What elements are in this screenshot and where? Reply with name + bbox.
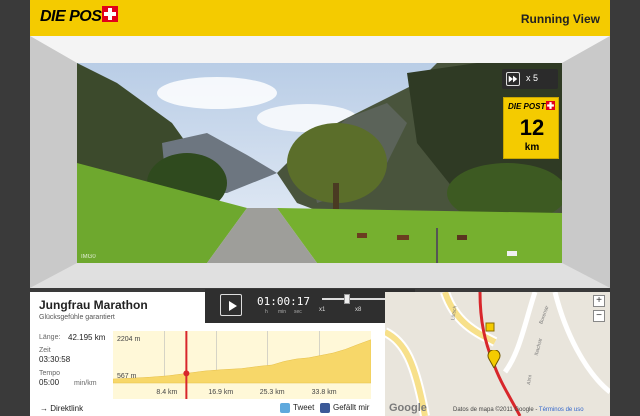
run-subtitle: Glücksgefühle garantiert bbox=[39, 314, 115, 321]
x-tick-label: 33.8 km bbox=[312, 389, 337, 396]
zoom-in-button[interactable]: + bbox=[593, 295, 605, 307]
playback-speed-badge: x 5 bbox=[502, 69, 558, 89]
swiss-cross-icon bbox=[546, 101, 555, 110]
facebook-like-button[interactable]: Gefällt mir bbox=[320, 403, 369, 413]
play-icon bbox=[229, 301, 237, 311]
distance-unit: km bbox=[524, 142, 540, 153]
terms-link[interactable]: Términos de uso bbox=[539, 407, 584, 413]
player-controls: 01:00:17 h min sec x1 x8 x25 bbox=[205, 289, 415, 323]
direktlink-link[interactable]: → Direktlink bbox=[40, 404, 83, 413]
map-credit: Datos de mapa ©2011 Google - Términos de… bbox=[453, 407, 584, 413]
twitter-icon bbox=[280, 403, 290, 413]
zoom-out-button[interactable]: − bbox=[593, 310, 605, 322]
length-label: Länge: bbox=[39, 334, 61, 341]
time-value: 03:30:58 bbox=[39, 355, 71, 364]
tempo-unit: min/km bbox=[74, 380, 97, 387]
run-title: Jungfrau Marathon bbox=[39, 298, 148, 312]
tweet-button[interactable]: Tweet bbox=[280, 403, 314, 413]
fast-forward-icon bbox=[506, 72, 520, 86]
y-bottom-label: 567 m bbox=[117, 373, 137, 380]
distance-value: 12 bbox=[519, 115, 545, 140]
time-unit-seconds: sec bbox=[294, 309, 302, 315]
current-position-marker[interactable] bbox=[183, 370, 190, 377]
speed-tick-x8[interactable]: x8 bbox=[355, 307, 361, 313]
landscape-scene bbox=[77, 63, 562, 263]
facebook-icon bbox=[320, 403, 330, 413]
elapsed-time: 01:00:17 bbox=[257, 295, 310, 308]
tempo-label: Tempo bbox=[39, 370, 61, 377]
map-credit-text: Datos de mapa ©2011 Google - bbox=[453, 407, 539, 413]
speed-slider-handle[interactable] bbox=[344, 294, 351, 304]
video-watermark: IMG0 bbox=[81, 254, 96, 260]
die-post-logo: DIE POST bbox=[40, 8, 111, 25]
die-post-badge-logo: DIE POST bbox=[508, 102, 546, 111]
time-label: Zeit bbox=[39, 347, 51, 354]
tweet-label: Tweet bbox=[293, 403, 315, 413]
swiss-cross-icon bbox=[102, 6, 118, 22]
play-button[interactable] bbox=[220, 294, 242, 316]
facebook-label: Gefällt mir bbox=[333, 403, 370, 413]
tempo-value: 05:00 bbox=[39, 378, 60, 387]
x-tick-label: 8.4 km bbox=[156, 389, 177, 396]
distance-badge: DIE POST 12 km bbox=[503, 97, 559, 159]
header-bar: DIE POST Running View bbox=[30, 0, 610, 36]
length-value: 42.195 km bbox=[68, 333, 106, 342]
direktlink-label: Direktlink bbox=[50, 404, 84, 413]
x-tick-label: 16.9 km bbox=[208, 389, 233, 396]
google-logo: Google bbox=[389, 402, 427, 414]
y-top-label: 2204 m bbox=[117, 336, 141, 343]
route-map[interactable]: Lütsch Burenstr Ibachstr Almi + − Google… bbox=[385, 292, 610, 416]
time-unit-hours: h bbox=[265, 309, 268, 315]
time-unit-minutes: min bbox=[278, 309, 287, 315]
speed-multiplier: x 5 bbox=[526, 73, 539, 83]
elevation-profile-chart[interactable]: 2204 m 567 m 8.4 km 16.9 km 25.3 km 33.8 km bbox=[113, 331, 371, 399]
speed-tick-x1[interactable]: x1 bbox=[319, 307, 325, 313]
x-tick-label: 25.3 km bbox=[260, 389, 285, 396]
view-title: Running View bbox=[520, 12, 600, 26]
route-video[interactable]: IMG0 bbox=[77, 63, 562, 263]
position-pin-icon[interactable] bbox=[487, 350, 501, 368]
